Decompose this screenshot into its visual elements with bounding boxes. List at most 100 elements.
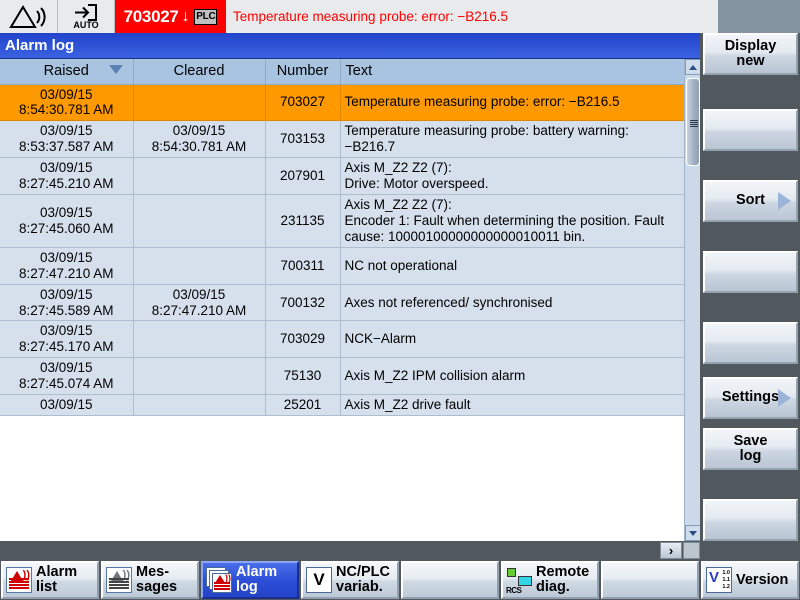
auto-mode-label: AUTO [73,19,99,30]
table-row[interactable]: 03/09/15 8:27:45.060 AM 231135 Axis M_Z2 Z… [0,194,685,248]
scroll-up-icon [689,64,697,70]
auto-mode-icon: AUTO [58,0,115,33]
active-alarm-number: 703027 [123,6,179,26]
bottom-softkey-2[interactable]: )) Mes- sages [101,561,199,599]
column-header-raised[interactable]: Raised [0,59,134,85]
table-vertical-scrollbar[interactable] [684,59,701,541]
cell-number: 703153 [265,120,341,159]
table-row[interactable]: 03/09/15 25201 Axis M_Z2 drive fault [0,394,685,417]
alarm-triangle-svg [8,4,46,28]
vertical-softkey-header [700,0,800,33]
bottom-softkey-4[interactable]: V NC/PLC variab. [301,561,399,599]
cell-cleared [133,194,266,248]
cell-raised: 03/09/15 8:54:30.781 AM [0,84,134,122]
table-row[interactable]: 03/09/15 8:27:45.210 AM 207901 Axis M_Z2 Z… [0,157,685,196]
scroll-right-button[interactable]: › [660,542,682,559]
vertical-softkey-label: Settings [721,389,780,406]
bottom-softkey-1[interactable]: )) Alarm list [1,561,99,599]
cell-text: Axis M_Z2 drive fault [340,394,685,417]
column-header-cleared[interactable]: Cleared [133,59,266,85]
cell-raised: 03/09/15 8:27:45.589 AM [0,284,134,322]
vertical-softkey-label: Save log [733,432,768,464]
table-row[interactable]: 03/09/15 8:53:37.587 AM 03/09/15 8:54:30.… [0,120,685,159]
bottom-softkey-label: Alarm log [236,564,278,595]
alarm-source-badge: PLC [194,8,218,25]
vertical-softkey-6[interactable]: Settings [703,377,798,419]
scroll-down-button[interactable] [685,525,701,541]
window-title: Alarm log [0,33,700,59]
chevron-right-icon [778,192,791,210]
vertical-softkey-label: Display new [724,37,777,69]
table-header: Raised Cleared Number Text [0,59,685,85]
column-header-number[interactable]: Number [265,59,341,85]
cell-text: Temperature measuring probe: battery war… [340,120,685,159]
rcs-remote-icon: RCS [506,567,532,595]
chevron-right-icon [778,389,791,407]
cell-cleared [133,320,266,359]
bottom-softkey-label: Alarm list [36,564,78,595]
bottom-softkey-label: NC/PLC variab. [336,564,390,595]
cell-cleared: 03/09/15 8:54:30.781 AM [133,120,266,159]
vertical-softkey-2[interactable] [703,109,798,151]
scroll-up-button[interactable] [685,59,701,75]
vertical-softkey-3[interactable]: Sort [703,180,798,222]
vertical-softkey-7[interactable]: Save log [703,428,798,470]
cell-number: 25201 [265,394,341,417]
bottom-softkey-6[interactable]: RCS Remote diag. [501,561,599,599]
cell-number: 703029 [265,320,341,359]
table-body: 03/09/15 8:54:30.781 AM 703027 Temperature… [0,84,685,417]
table-row[interactable]: 03/09/15 8:27:45.170 AM 703029 NCK−Alarm [0,320,685,359]
cell-raised: 03/09/15 8:27:45.170 AM [0,320,134,359]
cell-cleared [133,357,266,396]
vertical-softkey-1[interactable]: Display new [703,33,798,75]
cell-text: Axes not referenced/ synchronised [340,284,685,322]
active-alarm-number-box[interactable]: 703027 ↓ PLC [115,0,226,33]
cell-raised: 03/09/15 8:53:37.587 AM [0,120,134,159]
table-row[interactable]: 03/09/15 8:27:45.589 AM 03/09/15 8:27:47.… [0,284,685,322]
table-row[interactable]: 03/09/15 8:27:45.074 AM 75130 Axis M_Z2 IP… [0,357,685,396]
vertical-softkey-header-notch [700,0,718,33]
cell-number: 703027 [265,84,341,122]
column-header-text[interactable]: Text [340,59,685,85]
messages-icon: )) [106,567,132,593]
scroll-corner [683,542,700,559]
status-bar: AUTO 703027 ↓ PLC Temperature measuring … [0,0,800,33]
cell-raised: 03/09/15 [0,394,134,417]
bottom-softkey-3[interactable]: )) Alarm log [201,561,299,599]
alarm-list-icon: )) [6,567,32,593]
bottom-softkey-label: Remote diag. [536,564,590,595]
cell-text: Axis M_Z2 Z2 (7): Drive: Motor overspeed… [340,157,685,196]
cell-text: NC not operational [340,247,685,285]
table-row[interactable]: 03/09/15 8:27:47.210 AM 700311 NC not oper… [0,247,685,285]
sort-descending-icon[interactable] [108,65,123,74]
cell-number: 700311 [265,247,341,285]
vertical-softkey-5[interactable] [703,322,798,364]
cell-cleared [133,84,266,122]
alarm-triangle-icon [0,0,58,33]
bottom-softkey-label: Version [736,571,789,588]
alarm-log-table: Raised Cleared Number Text 03/09/15 8:54… [0,59,685,417]
vertical-softkey-4[interactable] [703,251,798,293]
auto-arrow-svg [75,3,97,21]
alarm-log-table-container[interactable]: Raised Cleared Number Text 03/09/15 8:54… [0,59,700,541]
vertical-softkey-bar: Display new Sort Settings Save log [700,0,800,560]
cell-raised: 03/09/15 8:27:45.074 AM [0,357,134,396]
bottom-softkey-bar: )) Alarm list)) Mes- sages)) Alarm log V NC/P… [0,560,800,600]
bottom-softkey-7[interactable] [601,561,699,599]
vertical-softkey-label: Sort [736,192,765,209]
bottom-softkey-8[interactable]: V 1.0 1.1 1.2 Version [701,561,799,599]
alarm-down-arrow-icon: ↓ [181,7,190,25]
cell-text: Axis M_Z2 Z2 (7): Encoder 1: Fault when … [340,194,685,248]
vertical-softkey-8[interactable] [703,499,798,541]
active-alarm-text[interactable]: Temperature measuring probe: error: −B21… [226,0,717,33]
bottom-softkey-5[interactable] [401,561,499,599]
cell-number: 231135 [265,194,341,248]
cell-text: Axis M_Z2 IPM collision alarm [340,357,685,396]
horizontal-scroll-strip[interactable]: › [0,541,700,560]
cell-raised: 03/09/15 8:27:47.210 AM [0,247,134,285]
cell-text: Temperature measuring probe: error: −B21… [340,84,685,122]
alarm-log-screen: AUTO 703027 ↓ PLC Temperature measuring … [0,0,800,600]
cell-cleared [133,247,266,285]
scrollbar-thumb[interactable] [686,78,700,166]
table-row[interactable]: 03/09/15 8:54:30.781 AM 703027 Temperature… [0,84,685,122]
